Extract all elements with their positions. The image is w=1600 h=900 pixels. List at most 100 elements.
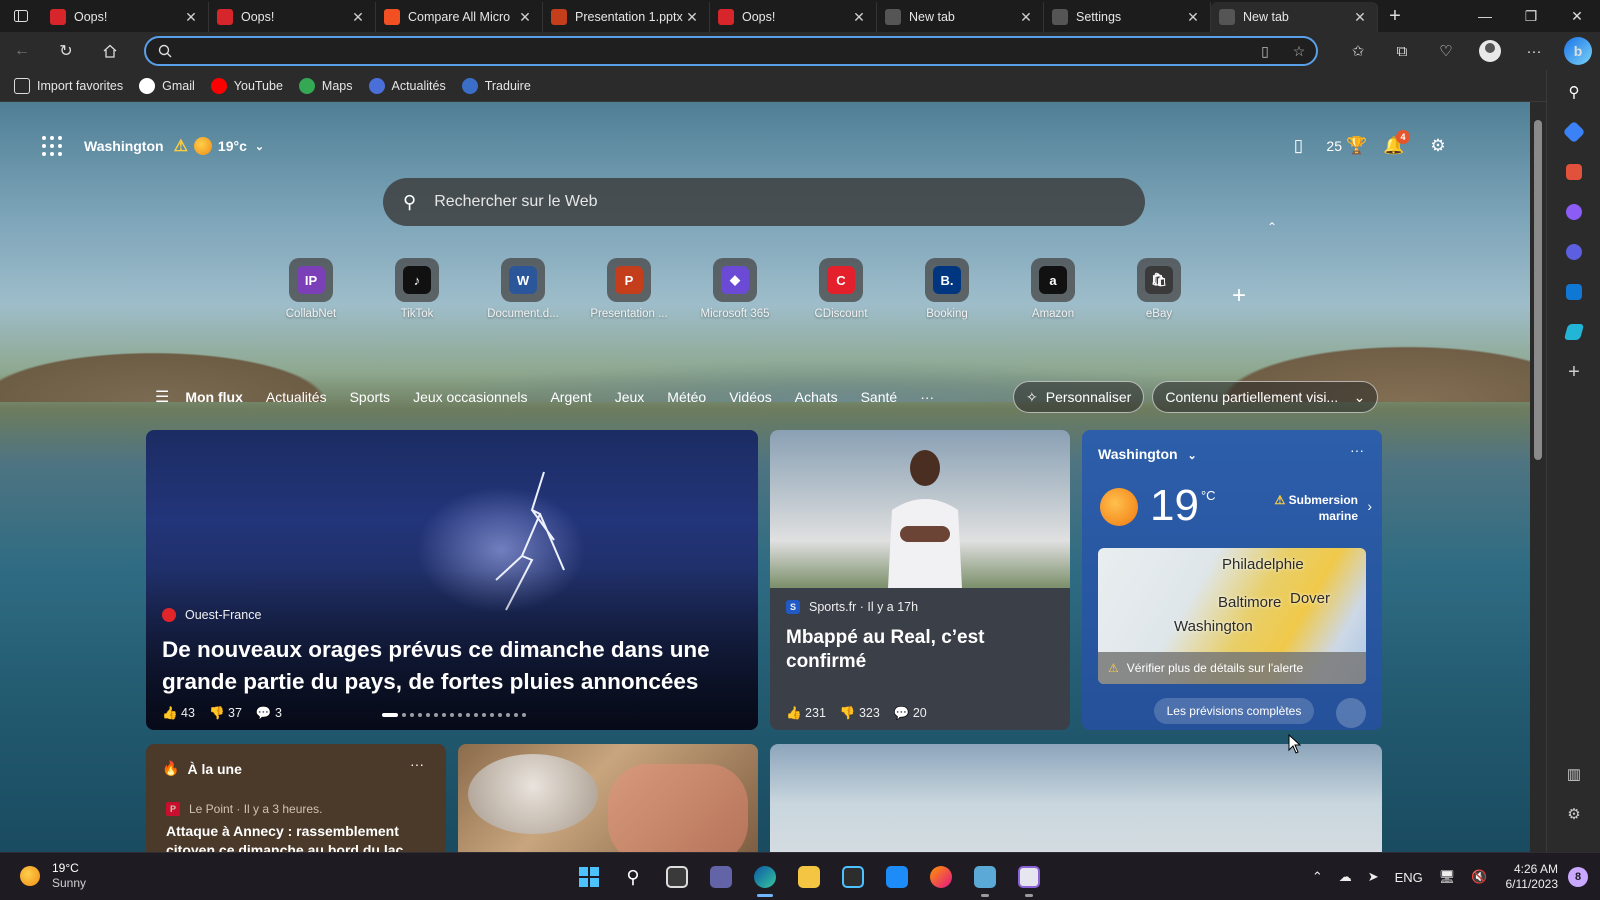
more-options-icon[interactable]: ··· xyxy=(1350,442,1364,458)
hide-sidebar-icon[interactable]: ▥ xyxy=(1560,760,1588,788)
address-input[interactable] xyxy=(180,43,1248,59)
quick-link-tile[interactable]: ♪ xyxy=(395,258,439,302)
restore-icon[interactable]: ❐ xyxy=(1508,8,1554,25)
network-icon[interactable]: 🖥 xyxy=(1439,869,1456,885)
quick-link[interactable]: 🛍 eBay xyxy=(1106,258,1212,320)
carousel-dots[interactable] xyxy=(382,713,530,717)
tab[interactable]: New tab ✕ xyxy=(877,2,1044,32)
favorite-import[interactable]: Import favorites xyxy=(14,77,123,94)
quick-link[interactable]: W Document.d... xyxy=(470,258,576,320)
sidebar-settings-icon[interactable]: ⚙ xyxy=(1560,800,1588,828)
tab[interactable]: Oops! ✕ xyxy=(710,2,877,32)
settings-and-more-button[interactable]: ··· xyxy=(1512,32,1556,70)
chevron-up-icon[interactable]: ⌃ xyxy=(1267,220,1277,234)
rewards-points[interactable]: 25 xyxy=(1326,138,1342,154)
close-tab-icon[interactable]: ✕ xyxy=(349,9,367,26)
notification-center-badge[interactable]: 8 xyxy=(1568,867,1588,887)
onedrive-cloud-icon[interactable]: ☁ xyxy=(1339,869,1352,885)
more-categories-button[interactable]: ··· xyxy=(920,389,934,405)
store-button[interactable] xyxy=(831,859,875,895)
comment-button[interactable]: 💬 20 xyxy=(894,706,927,721)
games-icon[interactable] xyxy=(1560,198,1588,226)
teams-chat-button[interactable] xyxy=(699,859,743,895)
chevron-down-icon[interactable]: ⌄ xyxy=(255,140,264,153)
tools-briefcase-icon[interactable] xyxy=(1560,158,1588,186)
microsoft-365-icon[interactable] xyxy=(1560,238,1588,266)
profile-button[interactable] xyxy=(1468,32,1512,70)
quick-link[interactable]: ◆ Microsoft 365 xyxy=(682,258,788,320)
add-sidebar-app-icon[interactable]: + xyxy=(1560,358,1588,386)
favorite-link[interactable]: YouTube xyxy=(210,77,283,94)
news-headline[interactable]: Mbappé au Real, c’est confirmé xyxy=(786,626,1056,674)
feed-tab[interactable]: Sports xyxy=(350,389,390,405)
bell-icon[interactable]: 🔔 4 xyxy=(1372,130,1416,156)
quick-link[interactable]: a Amazon xyxy=(1000,258,1106,320)
quick-link[interactable]: P Presentation ... xyxy=(576,258,682,320)
quick-link[interactable]: B. Booking xyxy=(894,258,1000,320)
address-bar[interactable]: ▯ ☆ xyxy=(144,36,1318,66)
tab-actions-button[interactable] xyxy=(0,0,42,32)
chevron-up-icon[interactable]: ⌃ xyxy=(1312,869,1323,885)
location-arrow-icon[interactable]: ➤ xyxy=(1368,869,1379,885)
mail-button[interactable] xyxy=(875,859,919,895)
taskbar-weather-widget[interactable]: 19°C Sunny xyxy=(20,861,86,891)
weather-card[interactable]: Washington ⌄ ··· 19 °C ⚠ Submersion mari… xyxy=(1082,430,1382,730)
weather-location[interactable]: Washington ⌄ xyxy=(1098,446,1197,462)
feed-tab[interactable]: Mon flux xyxy=(185,389,243,405)
scrollbar-thumb[interactable] xyxy=(1534,120,1542,460)
temperature-label[interactable]: 19°c xyxy=(218,138,247,154)
refresh-button[interactable]: ↻ xyxy=(44,32,88,70)
control-panel-button[interactable] xyxy=(963,859,1007,897)
food-news-card[interactable] xyxy=(458,744,758,864)
edge-taskbar-button[interactable] xyxy=(743,859,787,897)
feed-tab[interactable]: Argent xyxy=(550,389,591,405)
gear-icon[interactable]: ⚙ xyxy=(1416,136,1460,156)
quick-link-tile[interactable]: a xyxy=(1031,258,1075,302)
alert-details-link[interactable]: ⚠ Vérifier plus de détails sur l'alerte xyxy=(1098,652,1366,684)
sports-news-card[interactable]: S Sports.fr · Il y a 17h Mbappé au Real, … xyxy=(770,430,1070,730)
more-options-icon[interactable]: ··· xyxy=(410,756,424,772)
feed-tab[interactable]: Jeux occasionnels xyxy=(413,389,527,405)
close-tab-icon[interactable]: ✕ xyxy=(850,9,868,26)
feed-tab[interactable]: Actualités xyxy=(266,389,327,405)
news-headline[interactable]: De nouveaux orages prévus ce dimanche da… xyxy=(162,634,742,698)
quick-link-tile[interactable]: 🛍 xyxy=(1137,258,1181,302)
feed-tab[interactable]: Achats xyxy=(795,389,838,405)
tab[interactable]: Settings ✕ xyxy=(1044,2,1211,32)
content-visibility-dropdown[interactable]: Contenu partiellement visi... ⌄ xyxy=(1152,381,1379,413)
tab[interactable]: Oops! ✕ xyxy=(42,2,209,32)
favorite-link[interactable]: Maps xyxy=(298,77,353,94)
personalize-button[interactable]: ✧ Personnaliser xyxy=(1013,381,1145,413)
file-explorer-button[interactable] xyxy=(787,859,831,895)
feed-tab[interactable]: Jeux xyxy=(615,389,645,405)
add-shortcut-icon[interactable]: + xyxy=(1232,282,1246,310)
firefox-button[interactable] xyxy=(919,859,963,895)
favorite-link[interactable]: Traduire xyxy=(461,77,531,94)
sidebar-search-icon[interactable]: ⚲ xyxy=(1560,78,1588,106)
taskbar-search-button[interactable]: ⚲ xyxy=(611,859,655,895)
trophy-icon[interactable]: 🏆 xyxy=(1342,136,1372,156)
favorites-button[interactable]: ✩ xyxy=(1336,32,1380,70)
outlook-icon[interactable] xyxy=(1560,278,1588,306)
feed-tab[interactable]: Santé xyxy=(861,389,898,405)
web-search-input[interactable] xyxy=(434,193,1145,211)
shopping-tag-icon[interactable] xyxy=(1560,118,1588,146)
start-button[interactable] xyxy=(567,859,611,895)
immersive-reader-icon[interactable]: ▯ xyxy=(1248,43,1282,60)
location-label[interactable]: Washington xyxy=(84,138,164,154)
full-forecast-button[interactable]: Les prévisions complètes xyxy=(1154,698,1314,724)
quick-link-tile[interactable]: B. xyxy=(925,258,969,302)
snipping-tool-button[interactable] xyxy=(1007,859,1051,897)
weather-app-icon[interactable] xyxy=(1336,698,1366,728)
quick-link[interactable]: C CDiscount xyxy=(788,258,894,320)
bing-chat-button[interactable]: b xyxy=(1556,32,1600,70)
tab[interactable]: New tab ✕ xyxy=(1211,2,1378,32)
like-button[interactable]: 👍 43 xyxy=(162,706,195,721)
volume-icon[interactable]: 🔇 xyxy=(1471,869,1487,885)
quick-link[interactable]: ♪ TikTok xyxy=(364,258,470,320)
hero-news-card[interactable]: Ouest-France De nouveaux orages prévus c… xyxy=(146,430,758,730)
close-tab-icon[interactable]: ✕ xyxy=(182,9,200,26)
taskbar-clock[interactable]: 4:26 AM 6/11/2023 xyxy=(1506,862,1559,892)
back-button[interactable]: ← xyxy=(0,32,44,70)
minimize-icon[interactable]: — xyxy=(1462,8,1508,25)
